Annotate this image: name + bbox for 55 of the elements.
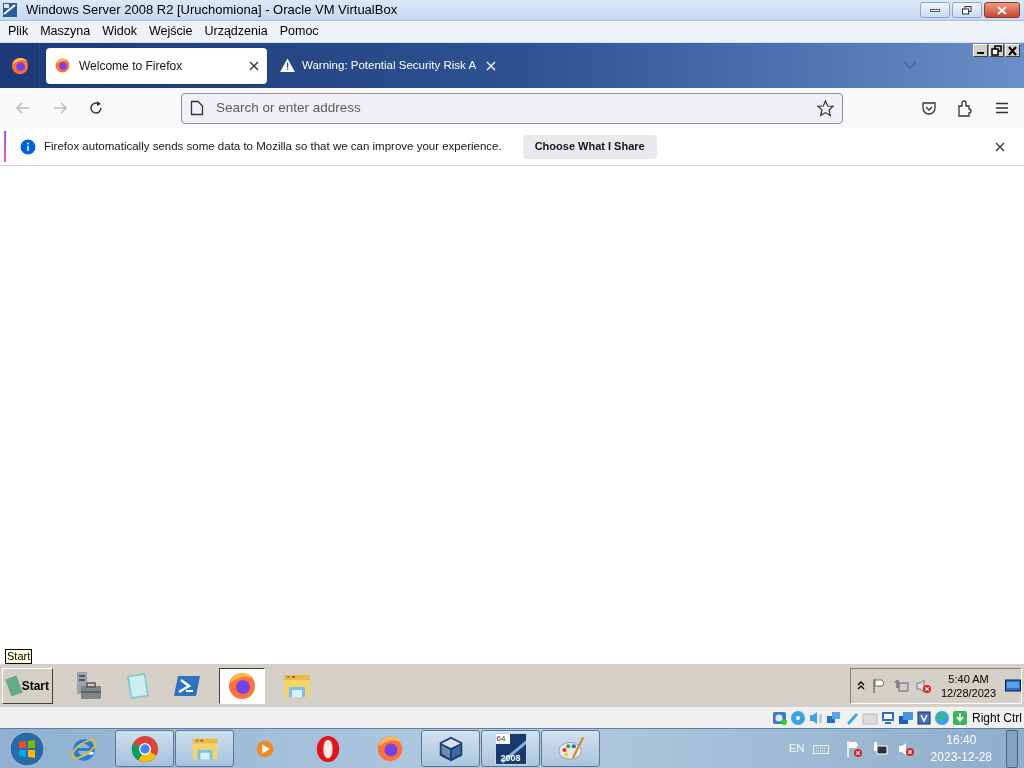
tooltip: Start xyxy=(5,649,33,664)
reload-icon[interactable] xyxy=(88,100,104,116)
window-title: Windows Server 2008 R2 [Uruchomiona] - Oracle VM VirtualBox xyxy=(26,1,398,20)
chip-icon[interactable] xyxy=(916,709,932,726)
clock-time: 5:40 AM xyxy=(948,671,989,686)
puzzle-icon[interactable] xyxy=(957,99,973,117)
show-desktop-icon[interactable] xyxy=(1005,678,1021,693)
host-key-label: Right Ctrl xyxy=(972,709,1022,727)
flag-error-icon[interactable] xyxy=(844,739,863,758)
choose-button[interactable]: Choose What I Share xyxy=(522,134,657,159)
start-button[interactable]: Start xyxy=(2,667,53,704)
warning-icon xyxy=(279,57,296,74)
close-icon xyxy=(1007,45,1018,56)
tile-label: 64 xyxy=(495,733,510,744)
close-icon[interactable] xyxy=(249,60,259,71)
server-tile-icon[interactable]: 64 2008 xyxy=(494,732,527,765)
menu-item[interactable]: Widok xyxy=(96,22,143,41)
restore-icon xyxy=(962,5,972,15)
display-icon[interactable] xyxy=(880,709,896,726)
windows-stack-icon[interactable] xyxy=(898,709,914,726)
info-icon xyxy=(20,138,36,155)
address-bar[interactable]: Search or enter address xyxy=(181,92,843,124)
menu-item[interactable]: Wejście xyxy=(142,22,199,41)
caret-up-icon[interactable] xyxy=(857,680,865,691)
notification-text: Firefox automatically sends some data to Mozilla so that we can improve your experience. xyxy=(44,138,502,154)
flag-icon[interactable] xyxy=(871,677,887,694)
pocket-icon[interactable] xyxy=(921,100,937,116)
tile-label: 2008 xyxy=(499,752,522,764)
menu-icon[interactable] xyxy=(995,102,1009,114)
browser-tab[interactable]: Warning: Potential Security Risk A xyxy=(271,47,505,84)
optical-disc-icon[interactable] xyxy=(790,709,806,726)
page-icon xyxy=(190,100,204,116)
firefox-icon xyxy=(54,57,71,74)
menu-item[interactable]: Maszyna xyxy=(34,22,97,41)
windows-orb-icon[interactable] xyxy=(9,730,45,767)
close-button[interactable] xyxy=(984,2,1020,18)
menu-item[interactable]: Urządzenia xyxy=(198,22,274,41)
speaker-icon[interactable] xyxy=(808,709,824,726)
menu-item[interactable]: Plik xyxy=(2,22,35,41)
minimize-icon xyxy=(977,52,984,54)
clock-date: 12/28/2023 xyxy=(941,685,997,700)
download-icon[interactable] xyxy=(952,709,968,726)
browser-tab[interactable]: Welcome to Firefox xyxy=(46,47,267,84)
close-icon xyxy=(997,5,1007,15)
minimize-button[interactable] xyxy=(920,2,950,18)
close-icon[interactable] xyxy=(995,141,1005,152)
menu-item[interactable]: Pomoc xyxy=(273,22,325,41)
show-desktop-button[interactable] xyxy=(1006,729,1018,768)
firefox-icon[interactable] xyxy=(9,55,30,76)
chrome-icon[interactable] xyxy=(129,733,160,764)
restore-icon xyxy=(991,45,1002,56)
speaker-muted-icon[interactable] xyxy=(915,677,931,694)
virtualbox-window-icon xyxy=(2,2,18,18)
star-icon[interactable] xyxy=(817,99,834,117)
restore-button[interactable] xyxy=(952,2,982,18)
